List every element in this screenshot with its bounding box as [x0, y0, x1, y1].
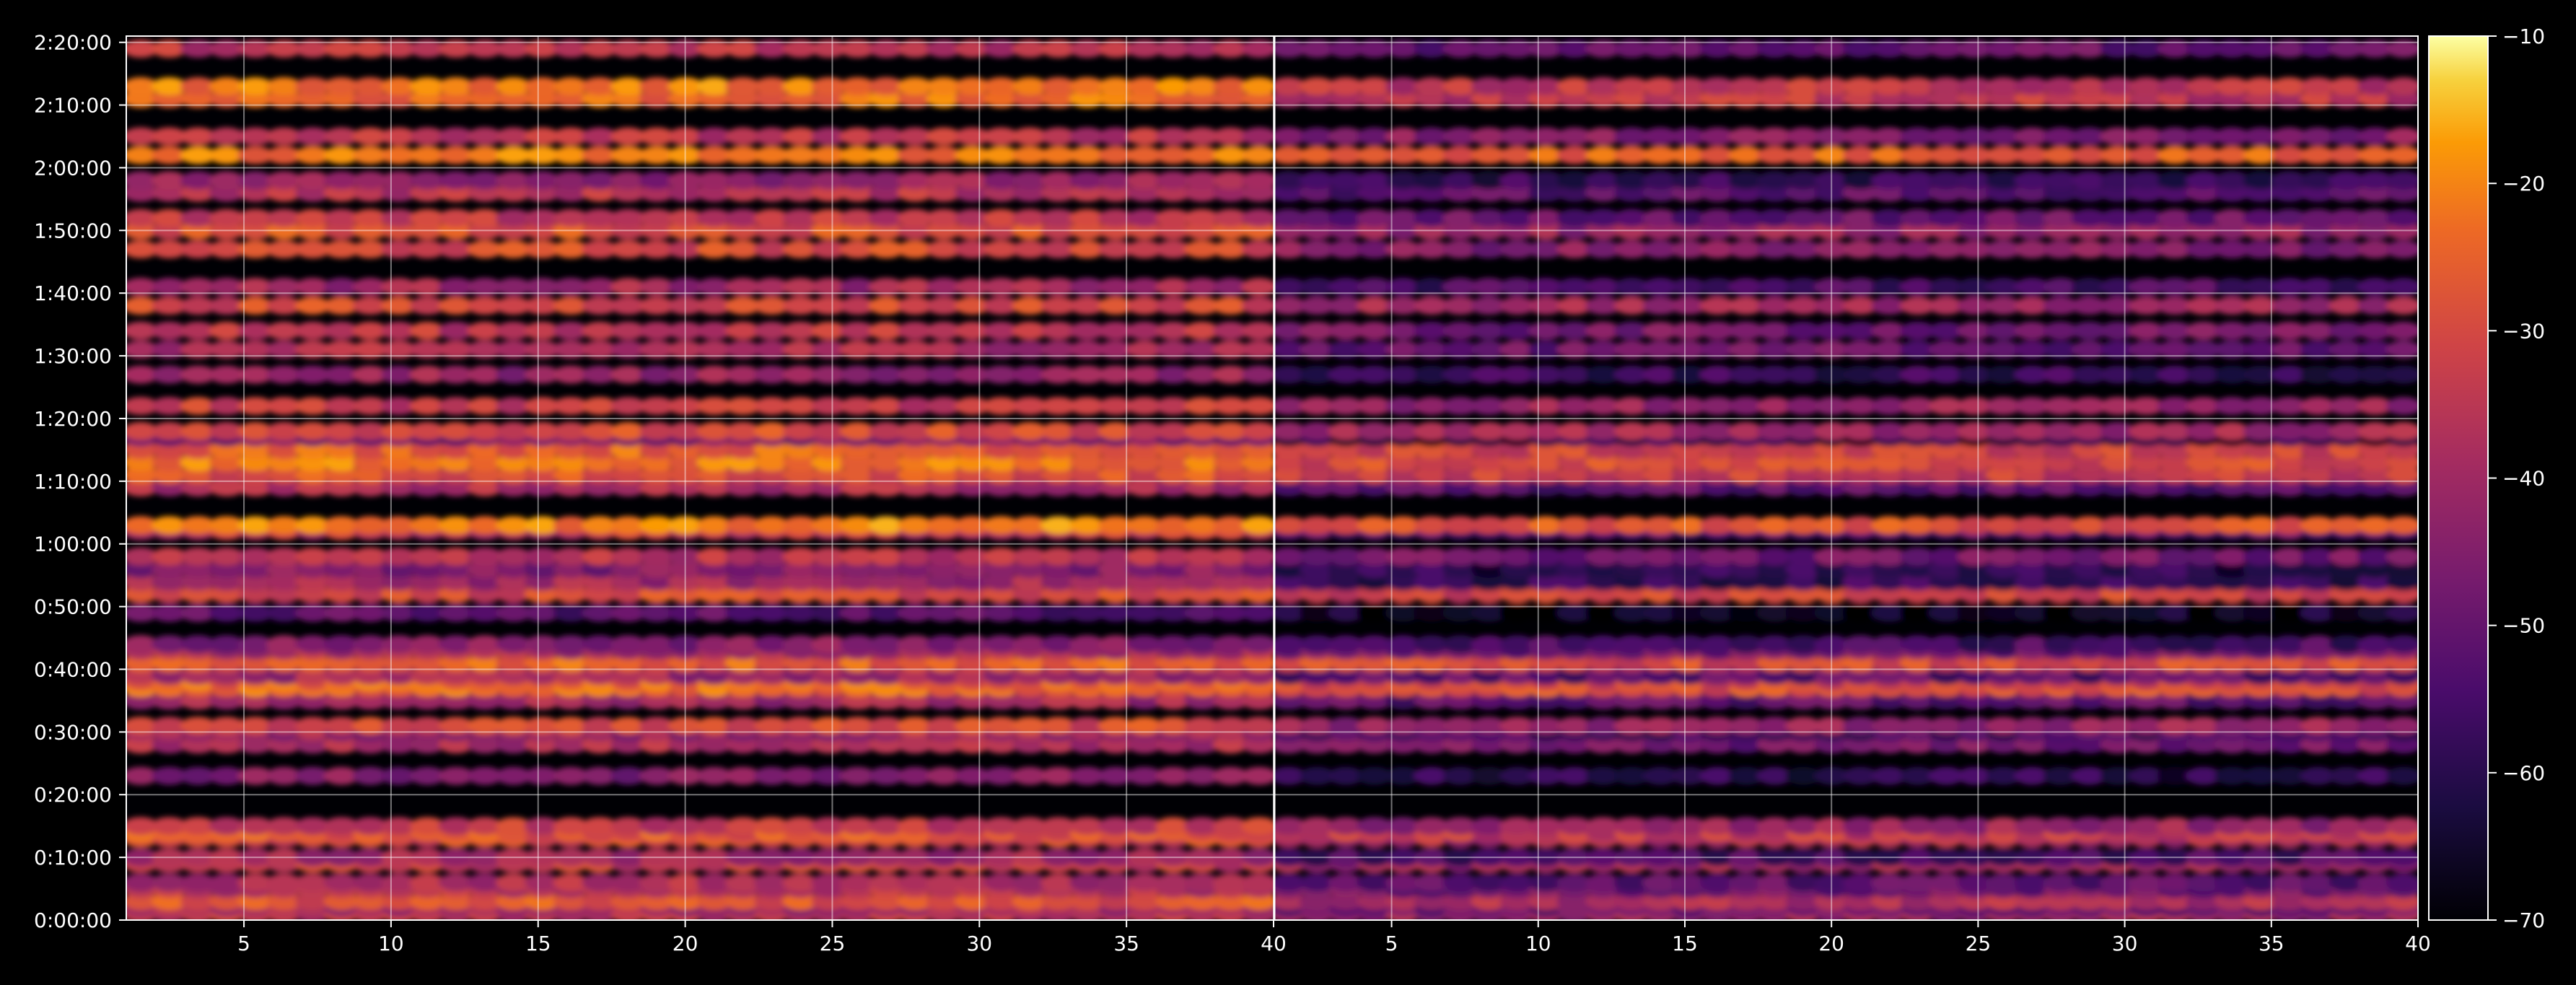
heatmap-cell	[1241, 146, 1274, 165]
heatmap-chart: 0:00:00 0:10:00 0:20:00 0:30:00 0:40:00 0:50:…	[34, 25, 2545, 955]
heatmap-cell	[2386, 321, 2418, 340]
heatmap-panel-left	[126, 36, 1274, 920]
heatmap-cell	[2386, 209, 2418, 227]
heatmap-cell	[1241, 321, 1274, 340]
heatmap-cell	[2386, 146, 2418, 165]
heatmap-cell	[1241, 547, 1274, 566]
x-tick-label: 15	[525, 932, 551, 955]
x-tick-label: 10	[1525, 932, 1551, 955]
heatmap-cell	[2386, 365, 2418, 384]
heatmap-cell	[1241, 171, 1274, 190]
heatmap-cell	[2386, 240, 2418, 258]
colorbar-gradient	[2428, 35, 2489, 921]
y-tick-label: 1:10:00	[34, 470, 112, 494]
x-tick-label: 15	[1672, 932, 1698, 955]
heatmap-cell	[2386, 77, 2418, 95]
y-tick-label: 1:50:00	[34, 219, 112, 242]
x-tick-label: 10	[378, 932, 404, 955]
x-tick-label: 25	[820, 932, 846, 955]
y-tick-label: 0:10:00	[34, 846, 112, 870]
heatmap-cell	[2386, 421, 2418, 440]
heatmap-cell	[1241, 127, 1274, 146]
x-tick-label: 40	[2405, 932, 2431, 955]
y-tick-label: 2:00:00	[34, 156, 112, 180]
x-axis-left: 5 10 15 20 25 30 35 40	[237, 920, 1287, 955]
colorbar-tick-label: −10	[2502, 25, 2545, 48]
y-tick-label: 1:30:00	[34, 344, 112, 368]
heatmap-cell	[2386, 516, 2418, 535]
y-tick-label: 2:10:00	[34, 94, 112, 118]
heatmap-cell	[2386, 817, 2418, 836]
colorbar: −10 −20 −30 −40 −50 −60 −70	[2428, 25, 2545, 932]
x-tick-label: 40	[1261, 932, 1287, 955]
heatmap-cell	[2386, 635, 2418, 654]
colorbar-tick-label: −60	[2502, 761, 2545, 785]
heatmap-cell	[1241, 297, 1274, 315]
y-tick-label: 0:50:00	[34, 595, 112, 619]
y-tick-label: 0:00:00	[34, 909, 112, 932]
heatmap-cell	[1241, 635, 1274, 654]
heatmap-cell	[2386, 397, 2418, 416]
x-tick-label: 35	[1113, 932, 1139, 955]
x-axis-right: 5 10 15 20 25 30 35 40	[1385, 920, 2431, 955]
x-tick-label: 20	[673, 932, 698, 955]
heatmap-cell	[1241, 397, 1274, 416]
y-tick-label: 0:30:00	[34, 720, 112, 744]
colorbar-tick-label: −30	[2502, 319, 2545, 343]
heatmap-panel-right	[1274, 36, 2418, 920]
heatmap-cell	[2386, 873, 2418, 892]
heatmap-cell	[2386, 297, 2418, 315]
colorbar-ticks: −10 −20 −30 −40 −50 −60 −70	[2488, 25, 2545, 932]
x-tick-label: 5	[237, 932, 250, 955]
heatmap-cell	[2386, 766, 2418, 785]
y-tick-label: 1:40:00	[34, 281, 112, 305]
heatmap-cell	[1241, 209, 1274, 227]
colorbar-tick-label: −50	[2502, 614, 2545, 638]
y-tick-label: 0:40:00	[34, 657, 112, 681]
y-axis: 0:00:00 0:10:00 0:20:00 0:30:00 0:40:00 0:50:…	[34, 31, 126, 932]
heatmap-cell	[2386, 171, 2418, 190]
x-tick-label: 20	[1818, 932, 1844, 955]
heatmap-cell	[1241, 516, 1274, 535]
heatmap-cell	[2386, 127, 2418, 146]
heatmap-cell	[1241, 873, 1274, 892]
colorbar-tick-label: −70	[2502, 909, 2545, 932]
y-tick-label: 1:00:00	[34, 533, 112, 556]
x-tick-label: 25	[1966, 932, 1992, 955]
colorbar-tick-label: −40	[2502, 467, 2545, 491]
x-tick-label: 5	[1385, 932, 1398, 955]
heatmap-cell	[1241, 240, 1274, 258]
x-tick-label: 30	[2112, 932, 2138, 955]
heatmap-cell	[1241, 766, 1274, 785]
y-tick-label: 0:20:00	[34, 783, 112, 807]
x-tick-label: 30	[966, 932, 992, 955]
colorbar-tick-label: −20	[2502, 172, 2545, 196]
heatmap-cell	[1241, 365, 1274, 384]
heatmap-cell	[1241, 421, 1274, 440]
heatmap-cell	[1241, 77, 1274, 95]
heatmap-cell	[2386, 547, 2418, 566]
y-tick-label: 1:20:00	[34, 407, 112, 431]
x-tick-label: 35	[2259, 932, 2284, 955]
heatmap-cell	[1241, 817, 1274, 836]
y-tick-label: 2:20:00	[34, 31, 112, 55]
